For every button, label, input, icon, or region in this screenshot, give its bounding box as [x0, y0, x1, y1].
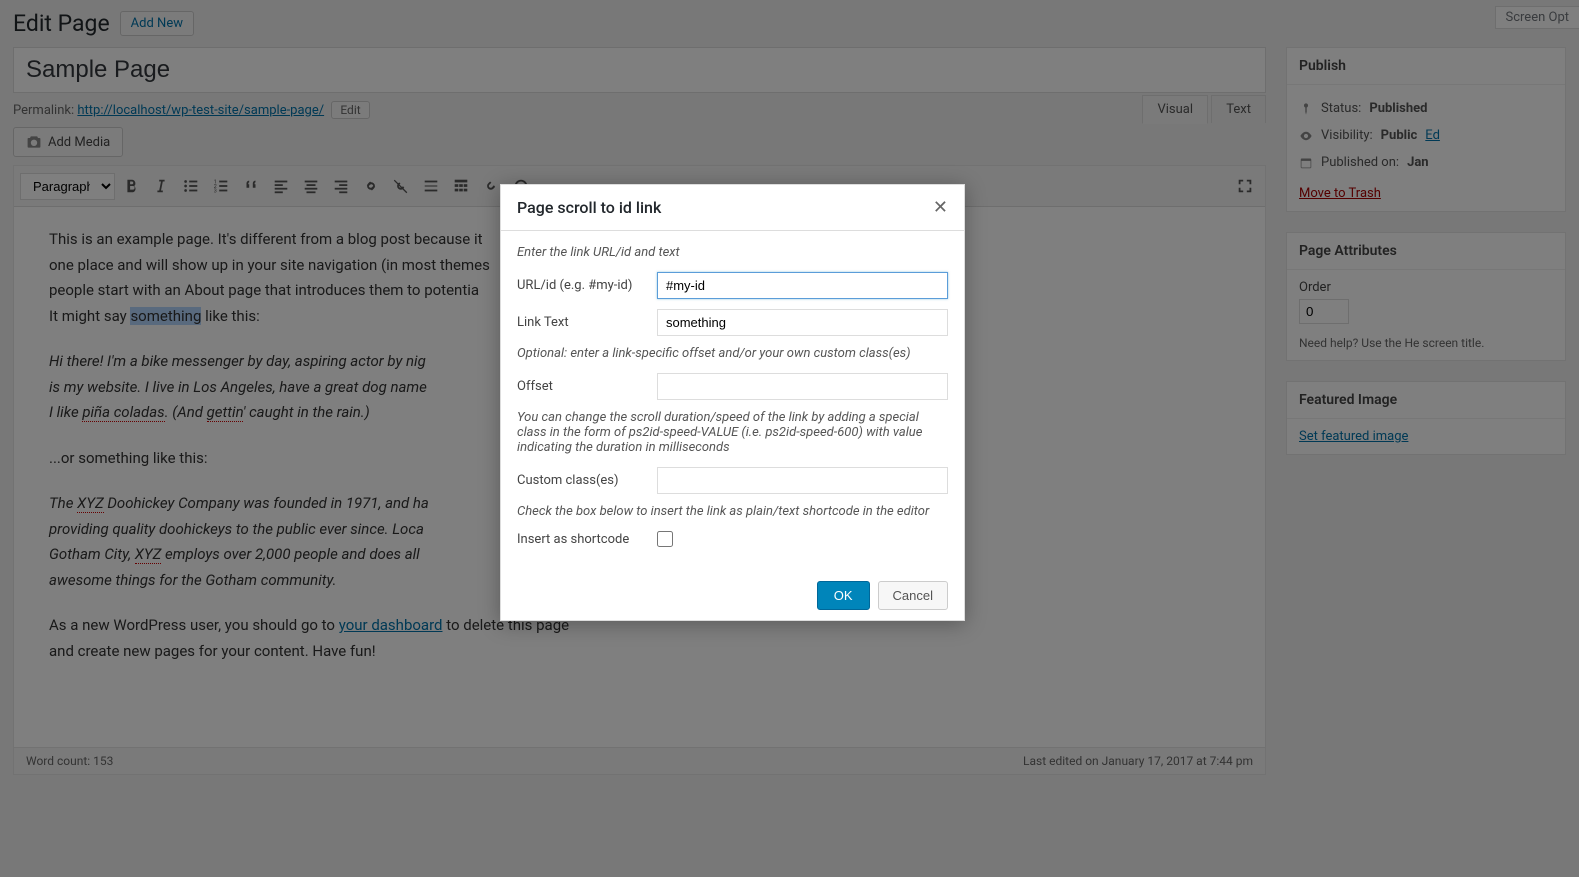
ps2id-link-modal: Page scroll to id link ✕ Enter the link …	[500, 184, 965, 621]
custom-class-label: Custom class(es)	[517, 473, 657, 488]
url-id-label: URL/id (e.g. #my-id)	[517, 278, 657, 293]
custom-class-input[interactable]	[657, 467, 948, 494]
cancel-button[interactable]: Cancel	[878, 581, 948, 610]
modal-title: Page scroll to id link	[517, 198, 661, 217]
link-text-input[interactable]	[657, 309, 948, 336]
shortcode-checkbox[interactable]	[657, 531, 673, 547]
modal-instruction-4: Check the box below to insert the link a…	[517, 504, 948, 519]
close-icon[interactable]: ✕	[933, 197, 948, 218]
modal-instruction-1: Enter the link URL/id and text	[517, 245, 948, 260]
url-id-input[interactable]	[657, 272, 948, 299]
modal-instruction-3: You can change the scroll duration/speed…	[517, 410, 948, 455]
link-text-label: Link Text	[517, 315, 657, 330]
offset-label: Offset	[517, 379, 657, 394]
shortcode-label: Insert as shortcode	[517, 532, 657, 547]
offset-input[interactable]	[657, 373, 948, 400]
modal-instruction-2: Optional: enter a link-specific offset a…	[517, 346, 948, 361]
ok-button[interactable]: OK	[817, 581, 870, 610]
